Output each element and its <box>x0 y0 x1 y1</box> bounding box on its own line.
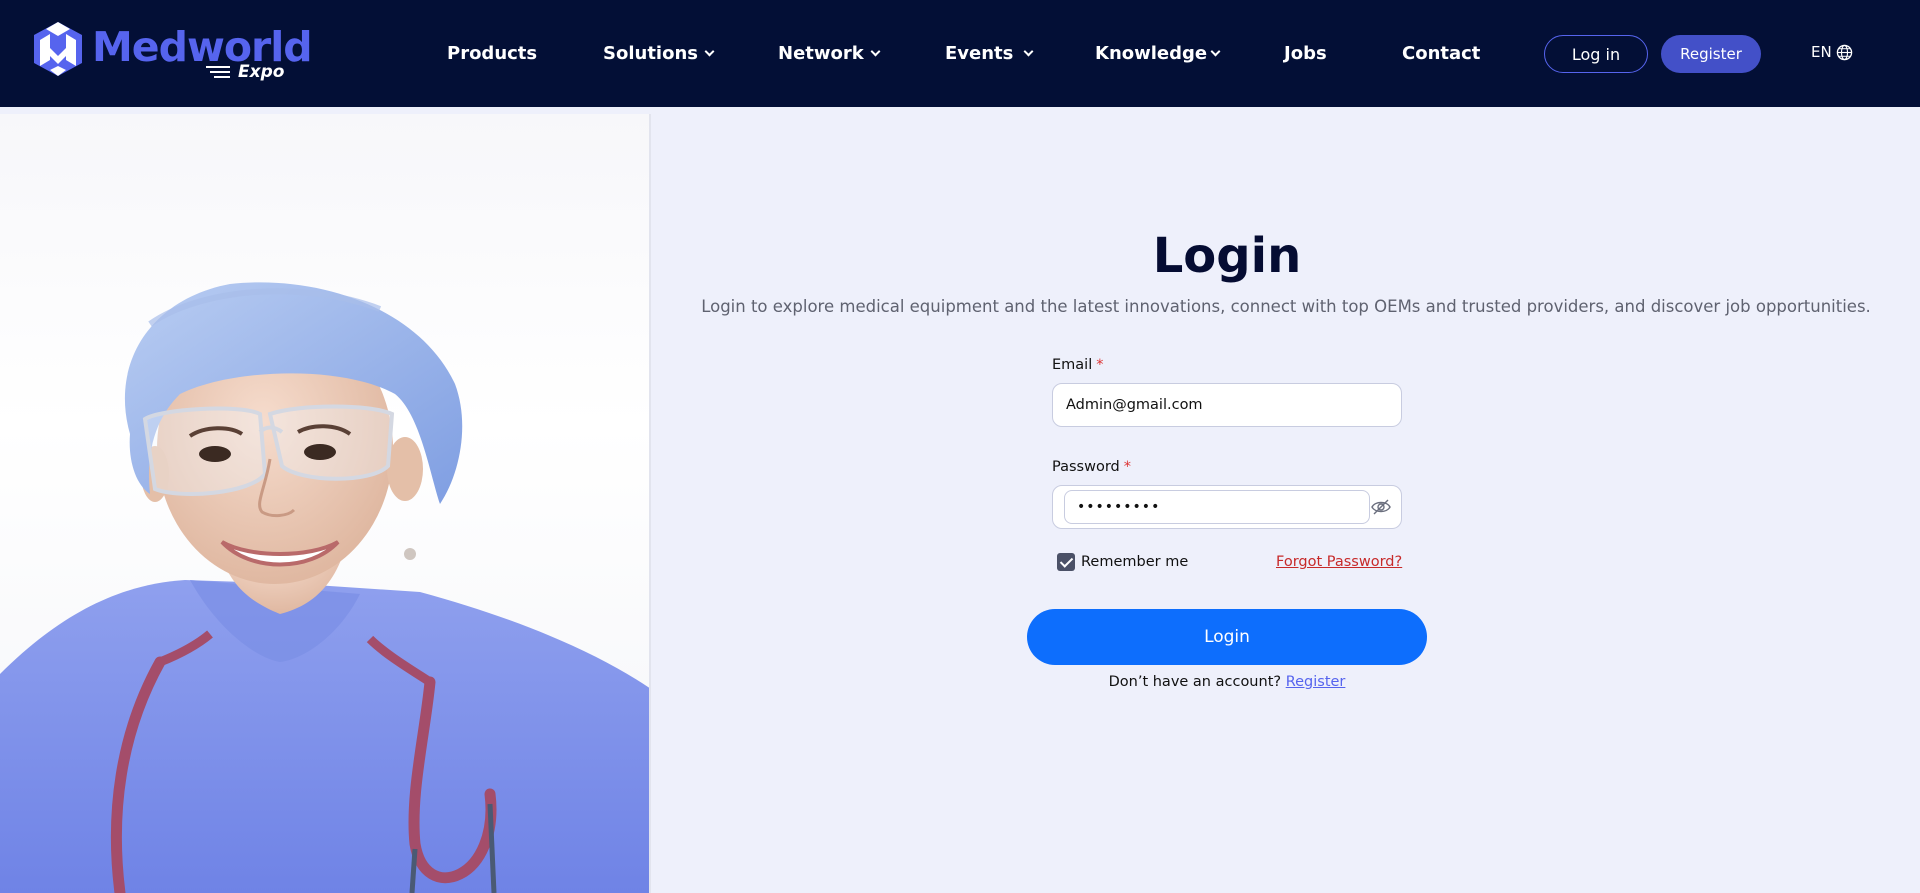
chevron-down-icon <box>870 46 881 57</box>
language-selector[interactable]: EN <box>1811 43 1853 61</box>
language-code: EN <box>1811 43 1832 61</box>
nav-item-jobs[interactable]: Jobs <box>1284 42 1327 66</box>
nav-item-label: Products <box>447 43 538 64</box>
chevron-down-icon <box>1023 46 1034 57</box>
hero-photo <box>0 114 651 893</box>
chevron-down-icon <box>1210 46 1221 57</box>
nav-item-label: Network <box>778 43 864 64</box>
nav-item-label: Solutions <box>603 43 698 64</box>
medworld-logo[interactable]: Medworld Expo <box>32 20 313 88</box>
remember-me-label: Remember me <box>1081 554 1189 570</box>
nav-item-solutions[interactable]: Solutions <box>603 42 715 66</box>
logo-speed-lines <box>204 66 230 78</box>
checkbox-checked-icon[interactable] <box>1057 553 1075 571</box>
password-label-text: Password <box>1052 459 1120 475</box>
logo-sub: Expo <box>238 62 285 82</box>
chevron-down-icon <box>704 46 715 57</box>
eye-slash-icon[interactable] <box>1371 499 1391 515</box>
register-link[interactable]: Register <box>1286 674 1346 690</box>
nav-item-label: Contact <box>1402 43 1481 64</box>
nav-item-knowledge[interactable]: Knowledge <box>1095 42 1221 66</box>
email-label-text: Email <box>1052 357 1093 373</box>
nav-item-label: Jobs <box>1284 43 1327 64</box>
page-subtitle: Login to explore medical equipment and t… <box>701 297 1871 316</box>
page-title: Login <box>1152 228 1302 284</box>
password-field-wrapper <box>1052 485 1402 529</box>
nav-item-products[interactable]: Products <box>447 42 537 66</box>
email-field[interactable] <box>1052 383 1402 427</box>
top-navbar: Medworld Expo Products Solutions Network… <box>0 0 1920 107</box>
globe-icon <box>1836 44 1852 60</box>
header-register-button[interactable]: Register <box>1661 35 1761 73</box>
login-submit-button[interactable]: Login <box>1027 609 1427 665</box>
nav-item-network[interactable]: Network <box>778 42 881 66</box>
signup-prompt-text: Don’t have an account? <box>1108 674 1282 690</box>
forgot-password-link[interactable]: Forgot Password? <box>1276 554 1402 570</box>
doctor-illustration <box>0 282 649 893</box>
medworld-logo-mark-icon <box>34 22 82 76</box>
header-login-button[interactable]: Log in <box>1544 35 1648 73</box>
remember-me-checkbox[interactable]: Remember me <box>1057 553 1188 571</box>
signup-prompt: Don’t have an account? Register <box>1027 674 1427 690</box>
password-label: Password * <box>1052 458 1131 476</box>
required-mark: * <box>1096 357 1104 373</box>
nav-item-label: Events <box>945 43 1014 64</box>
nav-item-contact[interactable]: Contact <box>1402 42 1480 66</box>
nav-item-label: Knowledge <box>1095 43 1208 64</box>
required-mark: * <box>1123 459 1131 475</box>
password-field[interactable] <box>1064 490 1370 524</box>
email-label: Email * <box>1052 356 1103 374</box>
nav-item-events[interactable]: Events <box>945 42 1034 66</box>
